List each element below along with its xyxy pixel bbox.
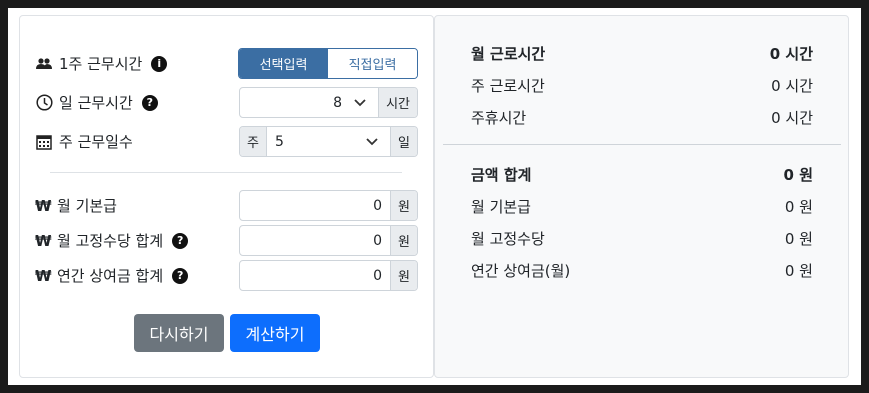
result-label: 주 근로시간 [471,77,545,95]
result-label: 월 근로시간 [471,45,546,63]
result-label: 월 고정수당 [471,230,545,248]
monthly-base-unit: 원 [390,191,417,220]
fixed-allowance-label: 월 고정수당 합계 [57,232,164,250]
input-mode-toggle: 선택입력 직접입력 [238,48,418,79]
result-row-total: 금액 합계 0 원 [471,164,813,185]
daily-hours-select[interactable]: 8 [240,88,378,117]
result-divider [443,144,841,145]
result-label: 연간 상여금(월) [471,262,571,280]
result-label: 금액 합계 [471,166,532,184]
monthly-base-label: 월 기본급 [57,197,117,215]
work-days-prefix: 주 [240,127,267,156]
calculate-button[interactable]: 계산하기 [230,314,320,352]
input-panel: 1주 근무시간 i 선택입력 직접입력 일 근무시간 ? 8 시간 주 근무일수… [19,15,434,378]
result-value: 0 시간 [771,77,813,95]
clock-icon [35,94,53,112]
work-days-unit: 일 [390,127,417,156]
work-days-select-group: 주 5 일 [239,126,418,157]
result-value: 0 원 [784,262,813,280]
fixed-allowance-group: 0 원 [239,225,418,256]
help-icon[interactable]: ? [141,94,158,111]
work-days-select[interactable]: 5 [267,127,390,156]
result-value: 0 시간 [769,45,813,63]
result-label: 주휴시간 [471,109,527,127]
chevron-down-icon [366,135,378,149]
daily-hours-value: 8 [333,94,343,111]
work-days-value: 5 [274,133,284,150]
fixed-allowance-row: ₩ 월 고정수당 합계 ? [35,225,189,256]
calendar-icon [35,133,53,151]
info-icon[interactable]: i [151,55,168,72]
annual-bonus-label: 연간 상여금 합계 [57,267,164,285]
weekly-hours-label: 1주 근무시간 [59,55,143,73]
won-icon: ₩ [35,266,52,285]
result-row-monthly-base: 월 기본급 0 원 [471,196,813,217]
weekly-hours-row: 1주 근무시간 i [35,48,168,79]
annual-bonus-input[interactable]: 0 [240,261,390,290]
daily-hours-row: 일 근무시간 ? [35,87,158,118]
section-divider [50,172,402,173]
fixed-allowance-unit: 원 [390,226,417,255]
result-value: 0 원 [784,230,813,248]
result-row-weekly-hours: 주 근로시간 0 시간 [471,75,813,96]
monthly-base-row: ₩ 월 기본급 [35,190,117,221]
result-panel: 월 근로시간 0 시간 주 근로시간 0 시간 주휴시간 0 시간 금액 합계 … [434,15,849,378]
result-value: 0 원 [784,198,813,216]
daily-hours-select-group: 8 시간 [239,87,418,118]
work-days-label: 주 근무일수 [59,133,133,151]
direct-input-option[interactable]: 직접입력 [328,49,417,78]
result-value: 0 원 [783,166,813,184]
result-row-holiday-hours: 주휴시간 0 시간 [471,107,813,128]
help-icon[interactable]: ? [172,232,189,249]
daily-hours-label: 일 근무시간 [59,94,133,112]
fixed-allowance-input[interactable]: 0 [240,226,390,255]
result-row-fixed-allowance: 월 고정수당 0 원 [471,228,813,249]
work-days-row: 주 근무일수 [35,126,133,157]
result-row-monthly-hours: 월 근로시간 0 시간 [471,43,813,64]
daily-hours-unit: 시간 [378,88,417,117]
reset-button[interactable]: 다시하기 [134,314,224,352]
help-icon[interactable]: ? [172,267,189,284]
people-icon [35,55,53,73]
result-value: 0 시간 [771,109,813,127]
annual-bonus-group: 0 원 [239,260,418,291]
won-icon: ₩ [35,196,52,215]
chevron-down-icon [354,96,366,110]
monthly-base-input[interactable]: 0 [240,191,390,220]
calculator-frame: 1주 근무시간 i 선택입력 직접입력 일 근무시간 ? 8 시간 주 근무일수… [8,8,861,385]
monthly-base-group: 0 원 [239,190,418,221]
result-row-annual-bonus: 연간 상여금(월) 0 원 [471,260,813,281]
annual-bonus-unit: 원 [390,261,417,290]
won-icon: ₩ [35,231,52,250]
result-label: 월 기본급 [471,198,531,216]
annual-bonus-row: ₩ 연간 상여금 합계 ? [35,260,189,291]
select-input-option[interactable]: 선택입력 [239,49,328,78]
